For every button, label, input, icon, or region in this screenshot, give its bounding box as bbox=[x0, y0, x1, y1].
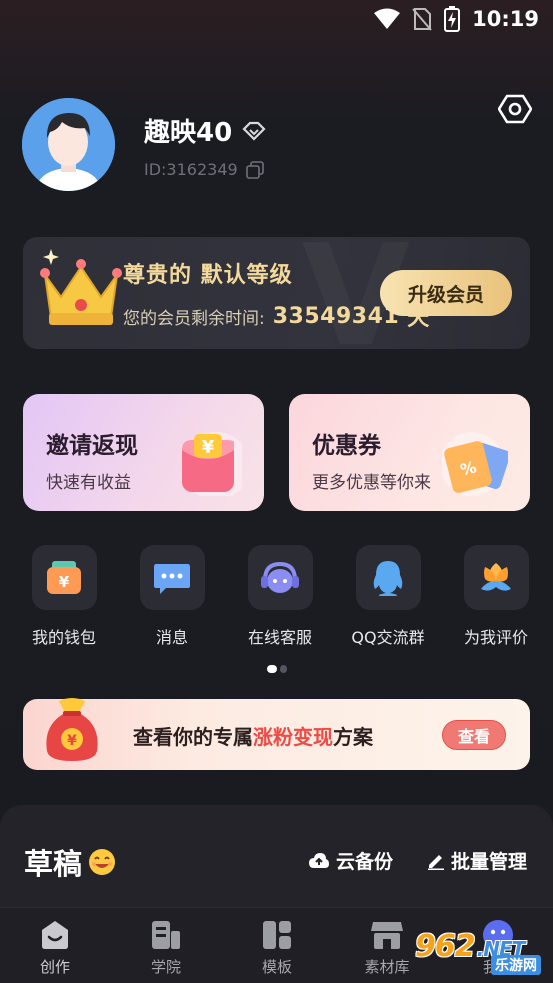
shortcut-rate-us[interactable]: 为我评价 bbox=[448, 545, 544, 648]
shortcut-label: 消息 bbox=[155, 628, 188, 647]
avatar[interactable] bbox=[22, 98, 115, 191]
watermark-sub: 乐游网 bbox=[491, 955, 541, 975]
wallet-tile: ¥ bbox=[31, 545, 97, 610]
upgrade-vip-button[interactable]: 升级会员 bbox=[380, 270, 512, 316]
profile-header: 趣映40 ID:3162349 bbox=[22, 94, 532, 193]
shortcut-wallet[interactable]: ¥ 我的钱包 bbox=[16, 545, 112, 648]
view-plan-button[interactable]: 查看 bbox=[442, 720, 506, 750]
tab-label: 学院 bbox=[150, 958, 181, 976]
coupon-ticket-icon: % bbox=[442, 432, 508, 496]
banner-text: 查看你的专属涨粉变现方案 bbox=[133, 721, 373, 750]
batch-manage-button[interactable]: 批量管理 bbox=[427, 847, 527, 874]
svg-text:¥: ¥ bbox=[59, 573, 70, 591]
invite-cashback-card[interactable]: 邀请返现 快速有收益 ¥ bbox=[23, 394, 264, 511]
wifi-icon bbox=[374, 8, 401, 29]
username-text: 趣映40 bbox=[144, 118, 233, 148]
banner-text-start: 查看你的专属 bbox=[133, 725, 253, 749]
username: 趣映40 bbox=[144, 112, 266, 149]
drafts-section: 草稿 云备份 批量管理 bbox=[0, 805, 553, 915]
diamond-badge-icon bbox=[242, 121, 266, 141]
shortcut-label: 为我评价 bbox=[463, 628, 528, 647]
store-icon bbox=[371, 922, 403, 949]
support-tile bbox=[247, 545, 313, 610]
money-bag-icon: ¥ bbox=[46, 698, 98, 761]
tab-label: 创作 bbox=[39, 958, 70, 976]
avatar-illustration bbox=[22, 98, 115, 191]
drafts-title: 草稿 bbox=[24, 841, 116, 883]
tab-academy[interactable]: 学院 bbox=[126, 918, 206, 977]
edit-icon bbox=[428, 854, 444, 870]
page-indicator bbox=[267, 665, 287, 673]
red-envelope-icon: ¥ bbox=[182, 432, 242, 496]
status-icons: 10:19 bbox=[374, 6, 539, 32]
settings-icon[interactable] bbox=[498, 92, 532, 126]
message-tile bbox=[139, 545, 205, 610]
shortcut-qq-group[interactable]: QQ交流群 bbox=[340, 545, 436, 648]
growth-plan-banner[interactable]: ¥ 查看你的专属涨粉变现方案 查看 bbox=[23, 698, 530, 770]
shortcut-support[interactable]: 在线客服 bbox=[232, 545, 328, 648]
clock: 10:19 bbox=[472, 7, 539, 31]
tab-label: 模板 bbox=[261, 958, 292, 976]
user-id-text: ID:3162349 bbox=[144, 160, 238, 179]
crown-icon bbox=[40, 249, 122, 325]
rate-tile bbox=[463, 545, 529, 610]
vip-card[interactable]: V 尊贵的 默认等级 您的会员剩余时间: 33549341 天 升级会员 bbox=[23, 237, 530, 349]
battery-charging-icon bbox=[444, 6, 461, 32]
invite-title: 邀请返现 bbox=[46, 433, 138, 459]
coupon-subtitle: 更多优惠等你来 bbox=[312, 473, 431, 493]
message-icon bbox=[154, 563, 190, 594]
cloud-upload-icon bbox=[309, 852, 329, 868]
flower-icon bbox=[481, 562, 511, 591]
batch-manage-label: 批量管理 bbox=[451, 851, 528, 873]
svg-text:¥: ¥ bbox=[202, 437, 215, 458]
tab-label: 素材库 bbox=[364, 958, 410, 976]
banner-text-end: 方案 bbox=[333, 725, 373, 749]
coupon-card[interactable]: 优惠券 更多优惠等你来 % bbox=[289, 394, 530, 511]
drafts-title-text: 草稿 bbox=[24, 847, 83, 881]
academy-icon bbox=[152, 921, 180, 949]
tab-create[interactable]: 创作 bbox=[15, 918, 95, 977]
coupon-title: 优惠券 bbox=[312, 433, 381, 459]
shortcut-grid: ¥ 我的钱包 消息 在线客服 QQ交流群 为我评价 bbox=[16, 545, 544, 648]
shortcut-label: QQ交流群 bbox=[351, 628, 425, 647]
wallet-icon: ¥ bbox=[47, 560, 81, 594]
no-sim-icon bbox=[412, 8, 432, 31]
svg-text:¥: ¥ bbox=[67, 733, 77, 749]
watermark-logo-text: 962 bbox=[415, 929, 476, 964]
page-dot bbox=[280, 665, 287, 673]
cloud-backup-button[interactable]: 云备份 bbox=[308, 847, 393, 874]
tab-templates[interactable]: 模板 bbox=[237, 918, 317, 977]
copy-icon[interactable] bbox=[245, 160, 264, 179]
cloud-backup-label: 云备份 bbox=[336, 851, 394, 873]
banner-text-highlight: 涨粉变现 bbox=[253, 725, 333, 749]
shortcut-message[interactable]: 消息 bbox=[124, 545, 220, 648]
shortcut-label: 在线客服 bbox=[247, 628, 312, 647]
create-icon bbox=[42, 921, 68, 949]
site-watermark: 962 .NET 乐游网 bbox=[415, 919, 545, 979]
vip-remaining-label: 您的会员剩余时间: bbox=[123, 308, 265, 329]
shortcut-label: 我的钱包 bbox=[31, 628, 96, 647]
vip-remaining-value: 33549341 bbox=[272, 303, 400, 329]
page-dot-active bbox=[267, 665, 277, 673]
template-icon bbox=[263, 921, 291, 949]
headset-icon bbox=[261, 561, 299, 593]
invite-subtitle: 快速有收益 bbox=[46, 473, 131, 493]
user-id: ID:3162349 bbox=[144, 160, 264, 179]
qq-icon bbox=[373, 560, 403, 596]
vip-level-title: 尊贵的 默认等级 bbox=[123, 263, 293, 288]
smile-emoji-icon bbox=[89, 849, 116, 875]
status-bar: 10:19 bbox=[0, 0, 553, 40]
qq-tile bbox=[355, 545, 421, 610]
